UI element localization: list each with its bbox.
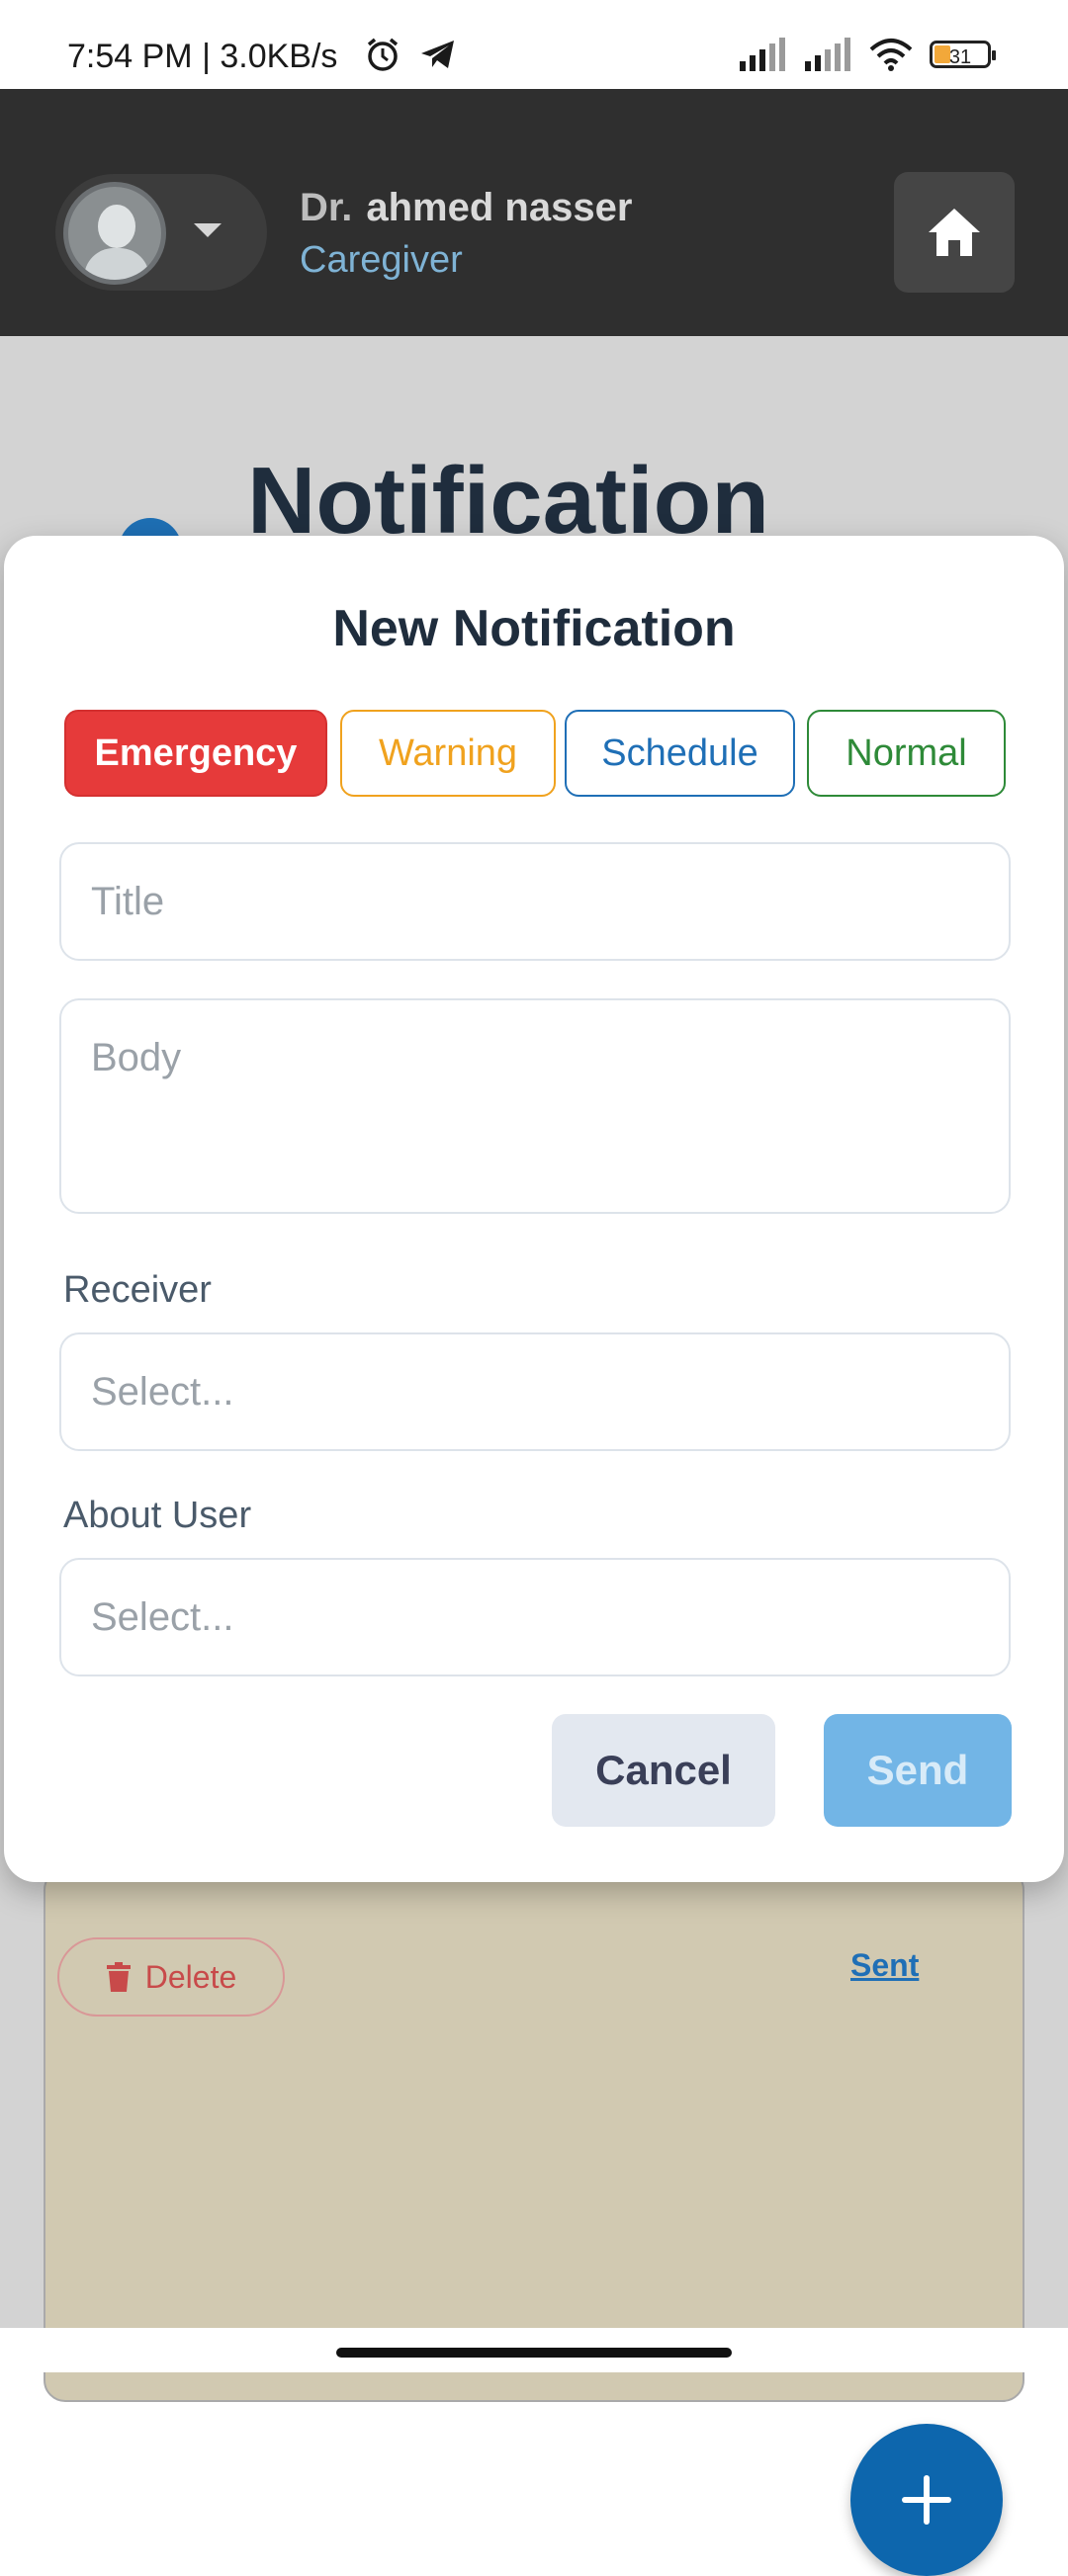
type-emergency-button[interactable]: Emergency <box>64 710 327 797</box>
add-notification-button[interactable] <box>850 2424 1003 2576</box>
user-name-text: ahmed nasser <box>366 186 633 229</box>
cancel-button[interactable]: Cancel <box>552 1714 775 1827</box>
body-input[interactable]: Body <box>59 998 1011 1214</box>
new-notification-dialog: New Notification Emergency Warning Sched… <box>4 536 1064 1882</box>
type-schedule-button[interactable]: Schedule <box>565 710 795 797</box>
about-user-select[interactable]: Select... <box>59 1558 1011 1676</box>
receiver-label: Receiver <box>63 1269 212 1311</box>
telegram-icon <box>421 41 454 68</box>
wifi-icon <box>869 39 913 71</box>
type-warning-button[interactable]: Warning <box>340 710 556 797</box>
delete-label: Delete <box>144 1958 237 1995</box>
about-user-label: About User <box>63 1495 252 1536</box>
user-name: Dr. ahmed nasser <box>300 186 632 230</box>
status-left-icons <box>364 36 457 73</box>
dialog-title: New Notification <box>332 600 736 657</box>
type-normal-button[interactable]: Normal <box>807 710 1006 797</box>
battery-icon: 31 <box>930 41 996 68</box>
home-icon <box>929 209 980 256</box>
battery-level: 31 <box>948 46 972 68</box>
send-button[interactable]: Send <box>824 1714 1012 1827</box>
app-header: Dr. ahmed nasser Caregiver <box>0 89 1068 336</box>
receiver-select[interactable]: Select... <box>59 1332 1011 1451</box>
home-button[interactable] <box>894 172 1015 293</box>
status-bar: 7:54 PM | 3.0KB/s 31 <box>0 0 1068 89</box>
chevron-down-icon <box>194 223 222 237</box>
signal-icon <box>805 38 850 71</box>
account-switcher[interactable] <box>55 174 267 291</box>
sent-link[interactable]: Sent <box>850 1947 919 1984</box>
user-role: Caregiver <box>300 239 463 281</box>
title-input[interactable]: Title <box>59 842 1011 961</box>
signal-icon <box>740 38 785 71</box>
trash-icon <box>106 1962 131 1992</box>
status-time: 7:54 PM | 3.0KB/s <box>67 38 338 75</box>
system-nav-bar <box>0 2328 1068 2372</box>
delete-button[interactable]: Delete <box>57 1937 285 2017</box>
user-prefix: Dr. <box>300 186 353 229</box>
status-right-icons: 31 <box>738 38 996 71</box>
home-indicator[interactable] <box>336 2348 732 2358</box>
alarm-icon <box>367 38 399 71</box>
avatar <box>63 182 166 285</box>
